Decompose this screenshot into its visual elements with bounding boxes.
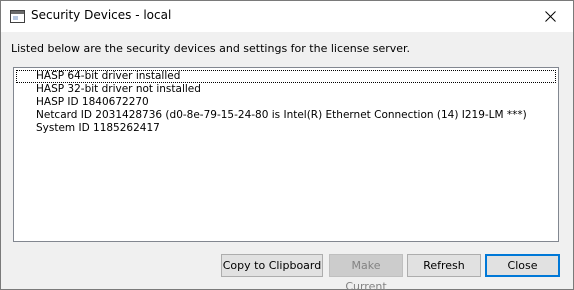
close-button[interactable]: Close xyxy=(485,254,560,277)
title-bar[interactable]: Security Devices - local xyxy=(1,1,573,32)
window-title: Security Devices - local xyxy=(31,8,172,22)
app-window-icon xyxy=(10,10,25,23)
list-item[interactable]: HASP 32-bit driver not installed xyxy=(16,83,556,96)
security-devices-list[interactable]: HASP 64-bit driver installed HASP 32-bit… xyxy=(13,67,559,242)
window-close-button[interactable] xyxy=(527,1,573,32)
list-item[interactable]: HASP ID 1840672270 xyxy=(16,96,556,109)
description-text: Listed below are the security devices an… xyxy=(11,42,411,55)
list-item[interactable]: System ID 1185262417 xyxy=(16,122,556,135)
make-current-button[interactable]: Make Current xyxy=(329,254,403,290)
list-item[interactable]: HASP 64-bit driver installed xyxy=(16,70,556,83)
copy-to-clipboard-button[interactable]: Copy to Clipboard xyxy=(221,254,323,277)
refresh-button[interactable]: Refresh xyxy=(407,254,481,277)
security-devices-dialog: Security Devices - local Listed below ar… xyxy=(0,0,574,290)
list-item[interactable]: Netcard ID 2031428736 (d0-8e-79-15-24-80… xyxy=(16,109,556,122)
close-icon xyxy=(545,11,556,22)
